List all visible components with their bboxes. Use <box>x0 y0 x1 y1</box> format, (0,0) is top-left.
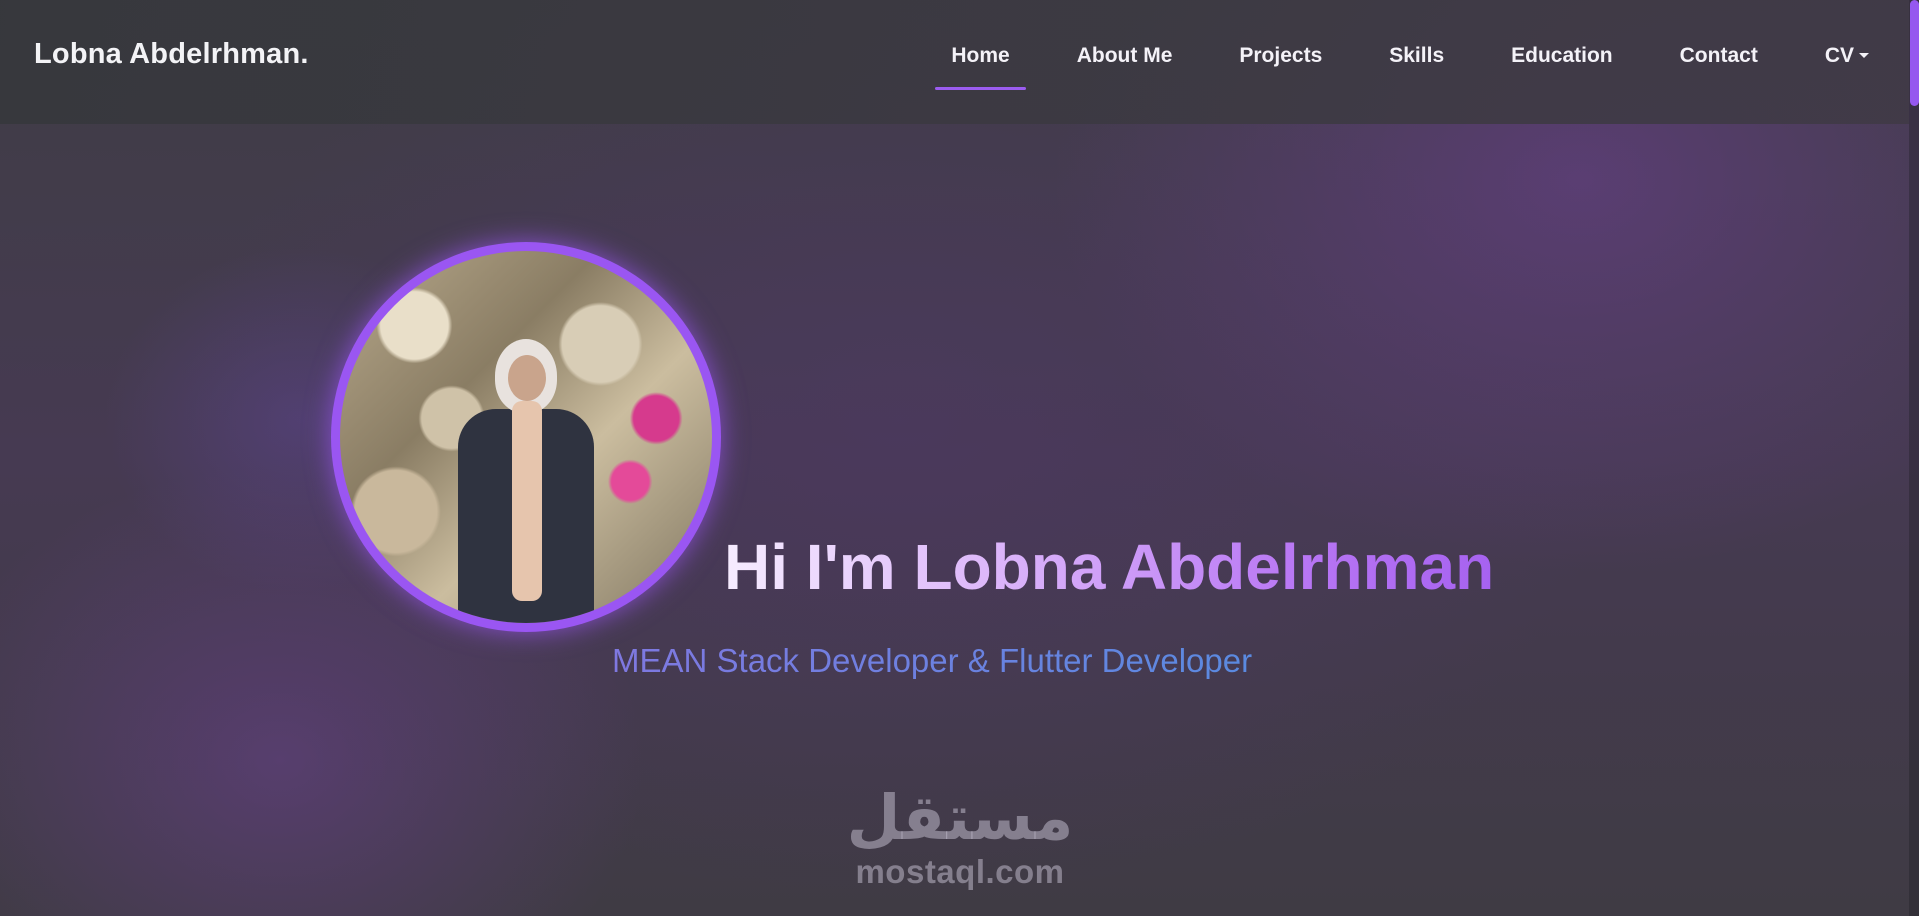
nav-item-about-me[interactable]: About Me <box>1077 40 1173 72</box>
navbar: Lobna Abdelrhman. Home About Me Projects… <box>0 0 1909 124</box>
profile-photo <box>340 251 712 623</box>
watermark-latin: mostaql.com <box>855 853 1065 890</box>
brand-logo[interactable]: Lobna Abdelrhman. <box>34 38 309 71</box>
photo-person-scarf <box>512 401 542 601</box>
scrollbar-track[interactable] <box>1909 0 1919 916</box>
page: Lobna Abdelrhman. Home About Me Projects… <box>0 0 1919 916</box>
scrollbar-thumb[interactable] <box>1910 0 1919 106</box>
nav-item-education[interactable]: Education <box>1511 40 1613 72</box>
watermark-arabic: مستقل <box>846 781 1074 854</box>
nav-list: Home About Me Projects Skills Education … <box>884 40 1869 90</box>
cv-label: CV <box>1824 44 1854 67</box>
photo-person-face <box>508 355 546 401</box>
nav-item-skills[interactable]: Skills <box>1389 40 1444 72</box>
nav-item-projects[interactable]: Projects <box>1239 40 1322 72</box>
avatar-ring <box>331 242 721 632</box>
nav-item-cv-dropdown[interactable]: CV <box>1825 40 1869 72</box>
nav-item-contact[interactable]: Contact <box>1680 40 1758 72</box>
hero-title: Hi I'm Lobna Abdelrhman <box>724 531 1495 603</box>
nav-item-home[interactable]: Home <box>935 40 1027 90</box>
caret-down-icon <box>1859 53 1869 58</box>
hero-subtitle: MEAN Stack Developer & Flutter Developer <box>612 642 1253 679</box>
mostaql-watermark: مستقل mostaql.com <box>840 782 1080 890</box>
